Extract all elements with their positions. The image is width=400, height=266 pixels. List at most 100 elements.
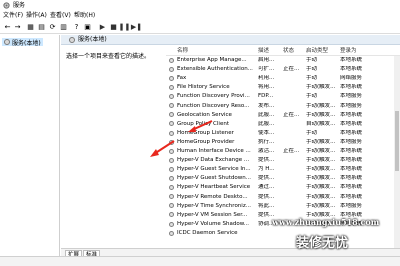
service-name: Fax (177, 75, 187, 82)
service-row[interactable]: HomeGroup Provider 执行... 手动(触发... 本地服务 (166, 138, 394, 147)
service-description: 发布... (258, 102, 275, 109)
service-startup-type: 手动(触发... (306, 157, 336, 164)
service-row[interactable]: Fax 利用... 手动 网络服务 (166, 74, 394, 83)
service-row[interactable]: Human Interface Device ... 激活... 正在... 手动(触… (166, 147, 394, 156)
start-button[interactable]: ▶ (98, 23, 107, 32)
service-gear-icon (169, 230, 174, 236)
column-status[interactable]: 状态 (283, 48, 294, 55)
service-description: 将用... (258, 84, 275, 91)
annotation-arrow-icon (188, 120, 213, 132)
service-row[interactable]: Function Discovery Provi... FDP... 手动 本地服务 (166, 92, 394, 101)
service-startup-type: 自动(触发... (306, 120, 336, 127)
console-tree-button[interactable]: ▦ (26, 23, 35, 32)
service-name: Geolocation Service (177, 111, 232, 118)
vertical-scrollbar[interactable] (394, 56, 400, 248)
service-row[interactable]: Enterprise App Manage... 启用... 手动 本地系统 (166, 56, 394, 65)
service-startup-type: 手动 (306, 66, 318, 73)
tree-item-services-local[interactable]: 服务(本地) (2, 38, 43, 47)
service-startup-type: 手动(触发... (306, 175, 336, 182)
column-name[interactable]: 名称 (177, 48, 188, 55)
service-gear-icon (169, 185, 174, 191)
service-name: Enterprise App Manage... (177, 57, 247, 63)
pause-button[interactable]: ❚❚ (119, 23, 131, 32)
watermark-url: www.zhuangxiu518.com (272, 217, 380, 227)
service-row[interactable]: File History Service 将用... 手动(触发... 本地系统 (166, 83, 394, 92)
window-title: 服务 (13, 2, 26, 9)
back-button[interactable]: ← (3, 23, 12, 32)
service-row[interactable]: ICDC Daemon Service (166, 229, 394, 238)
service-log-on-as: 本地系统 (340, 111, 363, 118)
service-startup-type: 手动(触发... (306, 111, 336, 118)
service-gear-icon (169, 212, 174, 218)
service-name: Hyper-V Remote Deskto... (177, 193, 248, 200)
service-row[interactable]: Hyper-V Data Exchange ... 提供... 手动(触发... 本地… (166, 156, 394, 165)
service-name: Human Interface Device ... (177, 148, 251, 154)
service-log-on-as: 本地系统 (340, 57, 363, 63)
service-gear-icon (169, 203, 174, 209)
column-log-on-as[interactable]: 登录为 (340, 48, 357, 55)
service-description: 可扩... (258, 66, 275, 73)
restart-button[interactable]: ▶❚ (131, 23, 142, 32)
service-gear-icon (169, 75, 174, 81)
service-gear-icon (169, 103, 174, 109)
service-description: 执行... (258, 138, 275, 145)
services-gear-icon (69, 37, 75, 43)
service-status: 正在... (283, 111, 300, 118)
properties-button[interactable]: ▤ (37, 23, 46, 32)
forward-button[interactable]: → (13, 23, 22, 32)
service-row[interactable]: Function Discovery Reso... 发布... 手动(触发... 本… (166, 102, 394, 111)
service-name: Hyper-V Guest Service In... (177, 166, 251, 173)
service-gear-icon (169, 66, 174, 72)
service-startup-type: 手动(触发... (306, 102, 336, 109)
service-description: 利用... (258, 75, 275, 82)
pane-header: 服务(本地) (61, 35, 400, 45)
help-button[interactable]: ? (72, 23, 81, 32)
services-gear-icon (4, 39, 10, 45)
service-row[interactable]: Extensible Authentication... 可扩... 正在... 手动… (166, 65, 394, 74)
show-hide-button[interactable]: ▣ (83, 23, 92, 32)
service-startup-type: 手动 (306, 93, 318, 100)
service-log-on-as: 本地系统 (340, 166, 363, 173)
pane-header-title: 服务(本地) (78, 36, 107, 43)
service-name: Extensible Authentication... (177, 66, 253, 73)
refresh-button[interactable]: ⟳ (48, 23, 57, 32)
service-row[interactable]: Hyper-V Heartbeat Service 通过... 手动(触发... 本地… (166, 183, 394, 192)
service-name: Hyper-V Data Exchange ... (177, 157, 250, 164)
service-description: 提供... (258, 193, 275, 200)
service-log-on-as: 本地服务 (340, 102, 363, 109)
status-bar (0, 256, 400, 266)
service-row[interactable]: Hyper-V Guest Service In... 为 H... 手动(触发..… (166, 165, 394, 174)
service-name: Function Discovery Provi... (177, 93, 250, 100)
service-description: 提供... (258, 175, 275, 182)
service-name: Hyper-V Heartbeat Service (177, 184, 251, 191)
tree-item-label: 服务(本地) (12, 39, 41, 47)
service-startup-type: 手动(触发... (306, 184, 336, 191)
service-status: 正在... (283, 66, 300, 73)
service-gear-icon (169, 57, 174, 63)
service-description: 此服... (258, 120, 275, 127)
service-name: Hyper-V Volume Shadow... (177, 220, 249, 227)
stop-button[interactable]: ■ (109, 23, 118, 32)
service-log-on-as: 本地系统 (340, 184, 363, 191)
services-app-icon (3, 2, 10, 9)
service-log-on-as: 本地系统 (340, 66, 363, 73)
menu-help[interactable]: 帮助(H) (74, 12, 95, 20)
service-row[interactable]: Hyper-V Remote Deskto... 提供... 手动(触发... 本地系… (166, 193, 394, 202)
menu-action[interactable]: 操作(A) (26, 12, 47, 20)
service-row[interactable]: Hyper-V Time Synchroniz... 将此... 手动(触发... 本… (166, 202, 394, 211)
column-header: 名称 描述 状态 启动类型 登录为 (166, 46, 400, 56)
watermark-brand: 装修无忧 (296, 236, 349, 251)
scrollbar-thumb[interactable] (395, 111, 399, 171)
service-startup-type: 手动 (306, 57, 318, 63)
service-startup-type: 手动 (306, 75, 318, 82)
export-button[interactable]: ▥ (59, 23, 68, 32)
console-tree: 服务(本地) (0, 35, 60, 256)
service-log-on-as: 网络服务 (340, 75, 363, 82)
service-row[interactable]: Hyper-V Guest Shutdown... 提供... 手动(触发... 本地… (166, 174, 394, 183)
menu-view[interactable]: 查看(V) (50, 12, 71, 20)
menu-file[interactable]: 文件(F) (3, 12, 23, 20)
column-description[interactable]: 描述 (258, 48, 269, 55)
service-description: 使本... (258, 129, 275, 136)
column-startup-type[interactable]: 启动类型 (306, 48, 328, 55)
service-name: Hyper-V Time Synchroniz... (177, 202, 251, 209)
